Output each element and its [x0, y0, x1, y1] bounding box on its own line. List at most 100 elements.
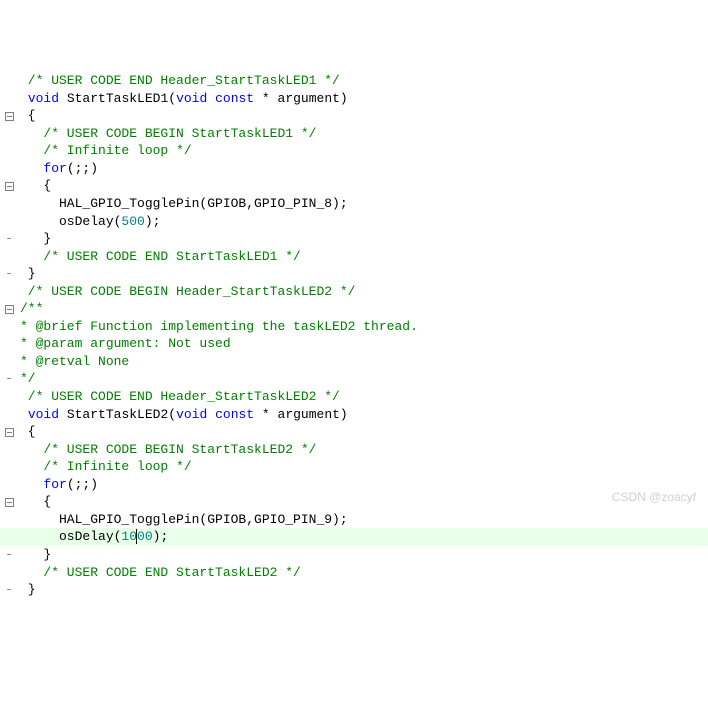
code-editor[interactable]: /* USER CODE END Header_StartTaskLED1 */…	[0, 72, 708, 598]
code-line[interactable]: /* USER CODE END Header_StartTaskLED2 */	[0, 388, 708, 406]
code-token: /* USER CODE END StartTaskLED1 */	[20, 249, 301, 264]
code-content[interactable]: /* Infinite loop */	[18, 458, 708, 476]
fold-minus-icon[interactable]	[5, 428, 14, 437]
code-line[interactable]: /* Infinite loop */	[0, 142, 708, 160]
code-content[interactable]: {	[18, 177, 708, 195]
code-line[interactable]: HAL_GPIO_TogglePin(GPIOB,GPIO_PIN_9);	[0, 511, 708, 529]
code-line[interactable]: - }	[0, 581, 708, 599]
code-token: /* USER CODE END Header_StartTaskLED1 */	[20, 73, 340, 88]
code-token	[207, 91, 215, 106]
code-content[interactable]: /* USER CODE BEGIN StartTaskLED1 */	[18, 125, 708, 143]
code-token: * argument)	[254, 407, 348, 422]
code-line[interactable]: - }	[0, 230, 708, 248]
fold-gutter[interactable]	[0, 107, 18, 125]
code-line[interactable]: /**	[0, 300, 708, 318]
fold-gutter[interactable]	[0, 423, 18, 441]
fold-minus-icon[interactable]	[5, 182, 14, 191]
code-token: const	[215, 407, 254, 422]
code-line[interactable]: /* USER CODE END StartTaskLED2 */	[0, 564, 708, 582]
code-token: {	[20, 178, 51, 193]
fold-minus-icon[interactable]	[5, 498, 14, 507]
code-content[interactable]: osDelay(1000);	[18, 528, 708, 546]
code-content[interactable]: }	[18, 581, 708, 599]
code-token: /* Infinite loop */	[20, 143, 192, 158]
code-line[interactable]: - }	[0, 546, 708, 564]
code-token: osDelay(	[20, 529, 121, 544]
code-content[interactable]: }	[18, 230, 708, 248]
code-content[interactable]: * @param argument: Not used	[18, 335, 708, 353]
code-line[interactable]: - }	[0, 265, 708, 283]
code-token: void	[176, 91, 207, 106]
code-line[interactable]: -*/	[0, 370, 708, 388]
code-content[interactable]: /* USER CODE END StartTaskLED2 */	[18, 564, 708, 582]
code-token: {	[20, 494, 51, 509]
fold-minus-icon[interactable]	[5, 112, 14, 121]
code-content[interactable]: for(;;)	[18, 476, 708, 494]
fold-gutter[interactable]	[0, 493, 18, 511]
code-line[interactable]: osDelay(500);	[0, 213, 708, 231]
code-line[interactable]: {	[0, 493, 708, 511]
code-token: void	[176, 407, 207, 422]
code-content[interactable]: * @retval None	[18, 353, 708, 371]
code-content[interactable]: HAL_GPIO_TogglePin(GPIOB,GPIO_PIN_8);	[18, 195, 708, 213]
code-line[interactable]: for(;;)	[0, 476, 708, 494]
fold-gutter[interactable]: -	[0, 265, 18, 283]
code-token: StartTaskLED1(	[59, 91, 176, 106]
code-line[interactable]: for(;;)	[0, 160, 708, 178]
code-line[interactable]: {	[0, 423, 708, 441]
code-content[interactable]: /* USER CODE END StartTaskLED1 */	[18, 248, 708, 266]
code-line[interactable]: void StartTaskLED2(void const * argument…	[0, 406, 708, 424]
code-token: }	[20, 547, 51, 562]
code-content[interactable]: /* Infinite loop */	[18, 142, 708, 160]
code-token: 500	[121, 214, 144, 229]
code-line[interactable]: /* USER CODE END StartTaskLED1 */	[0, 248, 708, 266]
fold-minus-icon[interactable]	[5, 305, 14, 314]
fold-gutter[interactable]: -	[0, 581, 18, 599]
code-content[interactable]: * @brief Function implementing the taskL…	[18, 318, 708, 336]
code-content[interactable]: HAL_GPIO_TogglePin(GPIOB,GPIO_PIN_9);	[18, 511, 708, 529]
code-content[interactable]: /* USER CODE BEGIN Header_StartTaskLED2 …	[18, 283, 708, 301]
code-line[interactable]: /* USER CODE BEGIN StartTaskLED1 */	[0, 125, 708, 143]
fold-gutter[interactable]	[0, 300, 18, 318]
code-token: /**	[20, 301, 43, 316]
code-line[interactable]: {	[0, 177, 708, 195]
code-line[interactable]: /* USER CODE END Header_StartTaskLED1 */	[0, 72, 708, 90]
code-content[interactable]: void StartTaskLED2(void const * argument…	[18, 406, 708, 424]
code-token: }	[20, 582, 36, 597]
fold-gutter[interactable]: -	[0, 230, 18, 248]
code-token	[20, 407, 28, 422]
code-content[interactable]: {	[18, 423, 708, 441]
code-token: */	[20, 371, 36, 386]
code-token: {	[20, 108, 36, 123]
code-token: StartTaskLED2(	[59, 407, 176, 422]
fold-gutter[interactable]: -	[0, 546, 18, 564]
code-line[interactable]: * @retval None	[0, 353, 708, 371]
code-line[interactable]: HAL_GPIO_TogglePin(GPIOB,GPIO_PIN_8);	[0, 195, 708, 213]
code-line[interactable]: void StartTaskLED1(void const * argument…	[0, 90, 708, 108]
code-content[interactable]: void StartTaskLED1(void const * argument…	[18, 90, 708, 108]
code-content[interactable]: */	[18, 370, 708, 388]
code-content[interactable]: /**	[18, 300, 708, 318]
code-line[interactable]: /* USER CODE BEGIN Header_StartTaskLED2 …	[0, 283, 708, 301]
code-line[interactable]: /* USER CODE BEGIN StartTaskLED2 */	[0, 441, 708, 459]
code-line[interactable]: {	[0, 107, 708, 125]
fold-gutter[interactable]	[0, 177, 18, 195]
code-content[interactable]: {	[18, 107, 708, 125]
code-content[interactable]: }	[18, 546, 708, 564]
code-line[interactable]: * @brief Function implementing the taskL…	[0, 318, 708, 336]
code-content[interactable]: for(;;)	[18, 160, 708, 178]
fold-gutter[interactable]: -	[0, 370, 18, 388]
code-token: (;;)	[67, 161, 98, 176]
code-content[interactable]: }	[18, 265, 708, 283]
code-content[interactable]: osDelay(500);	[18, 213, 708, 231]
code-content[interactable]: /* USER CODE BEGIN StartTaskLED2 */	[18, 441, 708, 459]
code-content[interactable]: /* USER CODE END Header_StartTaskLED1 */	[18, 72, 708, 90]
code-token: );	[145, 214, 161, 229]
code-line[interactable]: * @param argument: Not used	[0, 335, 708, 353]
code-token: /* USER CODE BEGIN StartTaskLED1 */	[20, 126, 316, 141]
code-content[interactable]: {	[18, 493, 708, 511]
code-content[interactable]: /* USER CODE END Header_StartTaskLED2 */	[18, 388, 708, 406]
code-line[interactable]: /* Infinite loop */	[0, 458, 708, 476]
code-line[interactable]: osDelay(1000);	[0, 528, 708, 546]
code-token: (;;)	[67, 477, 98, 492]
